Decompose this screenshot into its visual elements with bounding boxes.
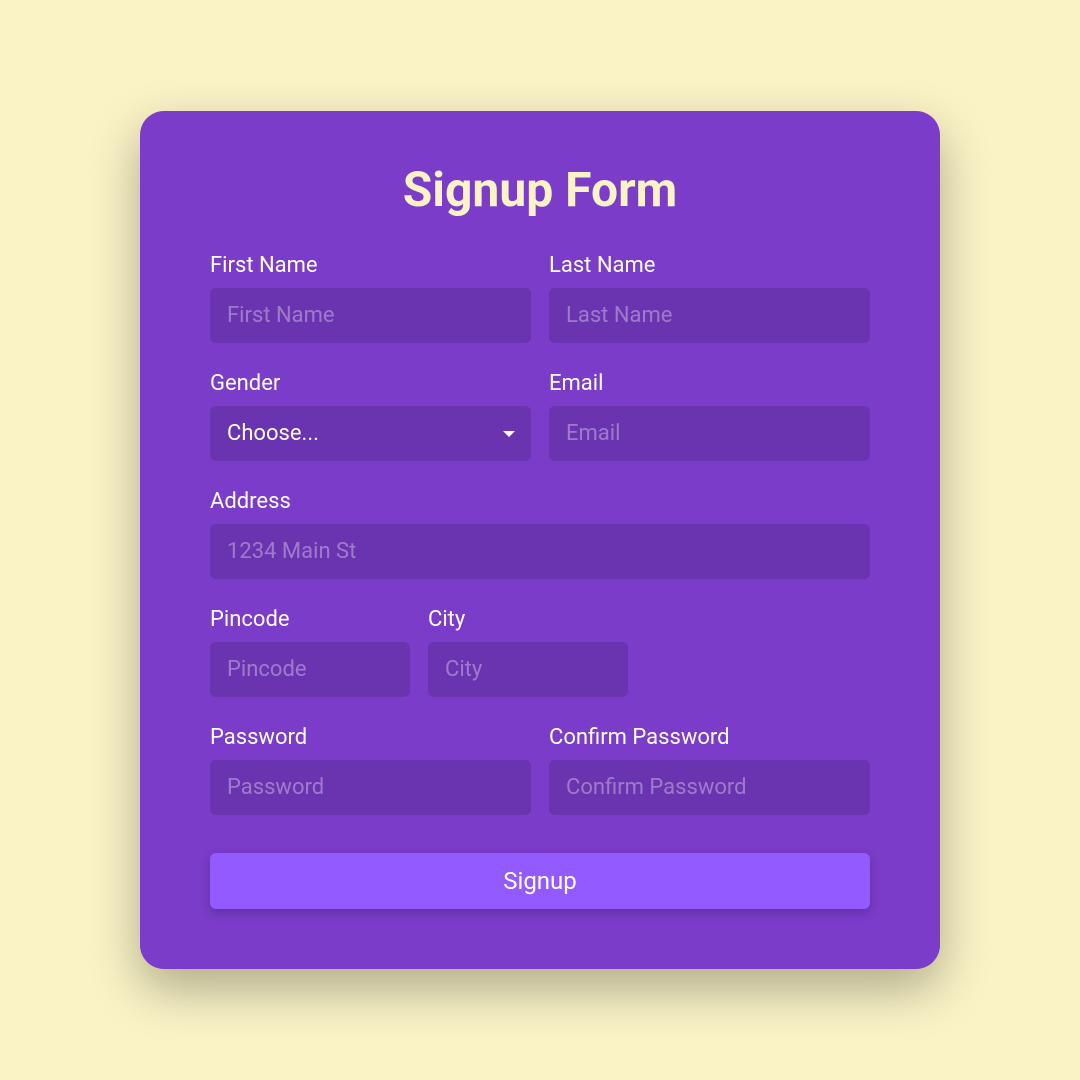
address-label: Address <box>210 489 870 514</box>
field-address: Address <box>210 489 870 579</box>
form-title: Signup Form <box>210 161 870 218</box>
city-input[interactable] <box>428 642 628 697</box>
first-name-label: First Name <box>210 253 531 278</box>
field-city: City <box>428 607 628 697</box>
first-name-input[interactable] <box>210 288 531 343</box>
email-input[interactable] <box>549 406 870 461</box>
last-name-label: Last Name <box>549 253 870 278</box>
gender-select[interactable]: Choose... <box>210 406 531 461</box>
pincode-label: Pincode <box>210 607 410 632</box>
pincode-input[interactable] <box>210 642 410 697</box>
last-name-input[interactable] <box>549 288 870 343</box>
confirm-password-label: Confirm Password <box>549 725 870 750</box>
signup-form-card: Signup Form First Name Last Name Gender … <box>140 111 940 969</box>
field-password: Password <box>210 725 531 815</box>
field-confirm-password: Confirm Password <box>549 725 870 815</box>
password-label: Password <box>210 725 531 750</box>
field-last-name: Last Name <box>549 253 870 343</box>
row-pincode-city: Pincode City <box>210 607 870 697</box>
email-label: Email <box>549 371 870 396</box>
field-pincode: Pincode <box>210 607 410 697</box>
row-name: First Name Last Name <box>210 253 870 343</box>
field-first-name: First Name <box>210 253 531 343</box>
row-address: Address <box>210 489 870 579</box>
gender-label: Gender <box>210 371 531 396</box>
field-email: Email <box>549 371 870 461</box>
address-input[interactable] <box>210 524 870 579</box>
confirm-password-input[interactable] <box>549 760 870 815</box>
row-passwords: Password Confirm Password <box>210 725 870 815</box>
password-input[interactable] <box>210 760 531 815</box>
row-gender-email: Gender Choose... Email <box>210 371 870 461</box>
signup-button[interactable]: Signup <box>210 853 870 909</box>
field-gender: Gender Choose... <box>210 371 531 461</box>
gender-select-wrapper: Choose... <box>210 406 531 461</box>
city-label: City <box>428 607 628 632</box>
